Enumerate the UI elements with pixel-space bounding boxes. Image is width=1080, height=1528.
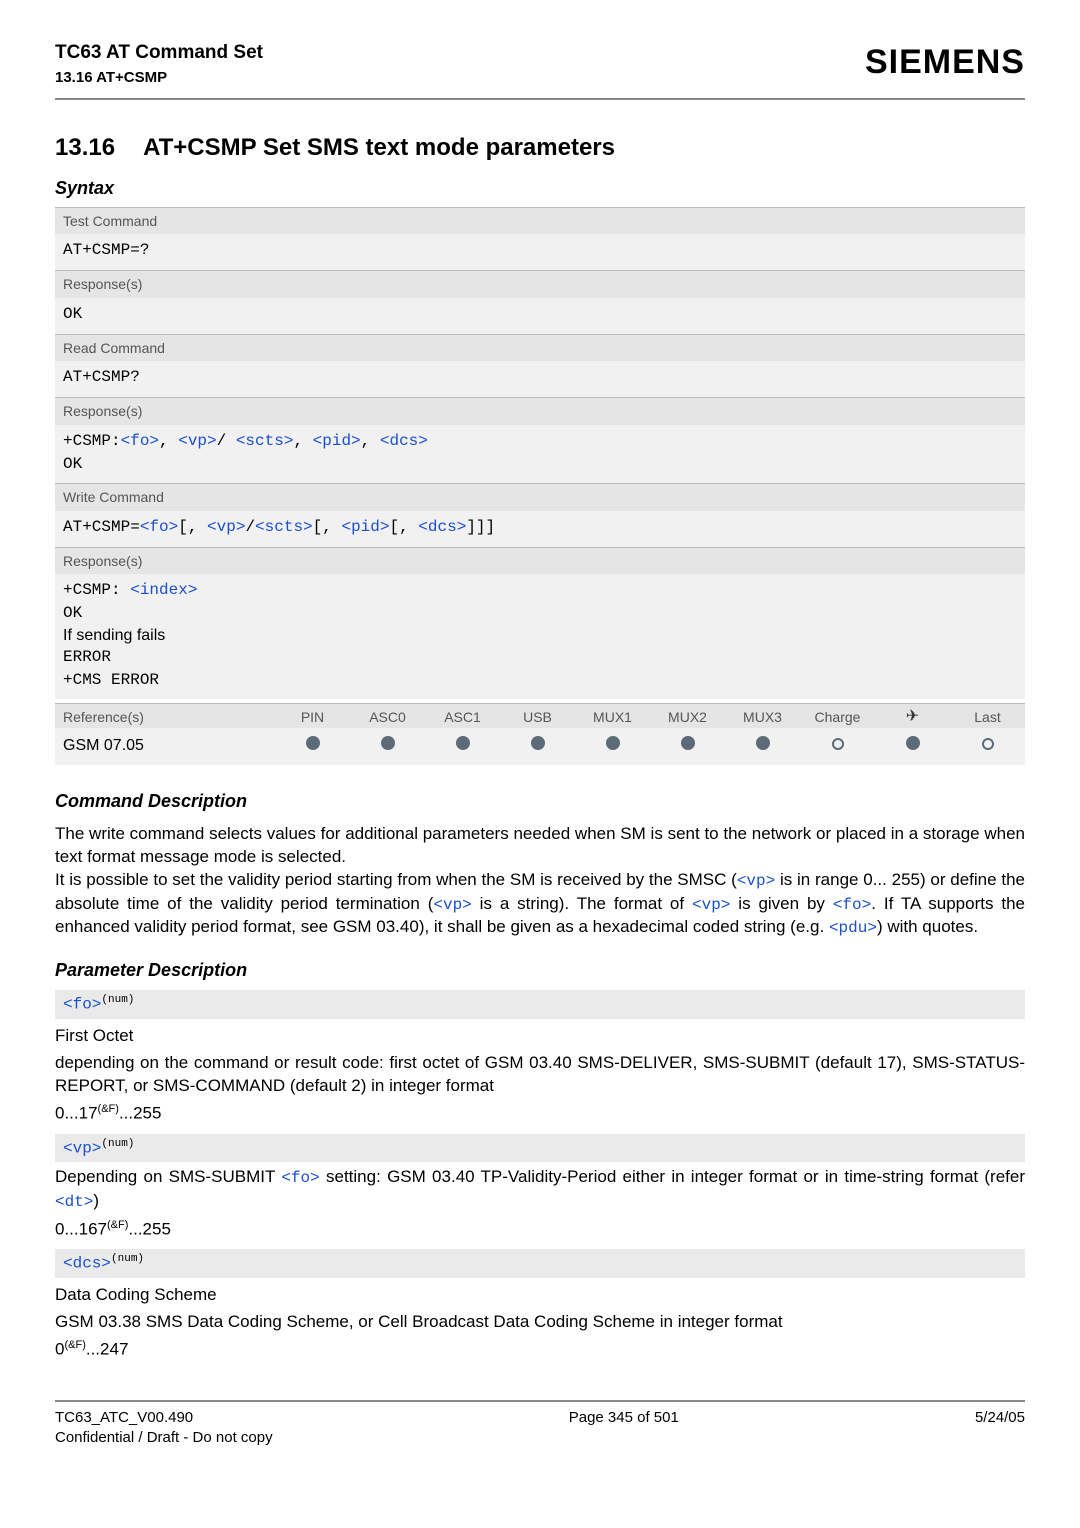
footer-left: TC63_ATC_V00.490 Confidential / Draft - … xyxy=(55,1408,273,1449)
syntax-row-label: Response(s) xyxy=(55,547,1025,574)
param-title: Data Coding Scheme xyxy=(55,1284,1025,1307)
syntax-row-label: Write Command xyxy=(55,484,1025,511)
dot-open-icon xyxy=(832,738,844,750)
support-dot xyxy=(950,734,1025,757)
col-mux2: MUX2 xyxy=(650,708,725,727)
dot-filled-icon xyxy=(606,736,620,750)
col-airplane-icon: ✈ xyxy=(875,706,950,728)
dot-filled-icon xyxy=(681,736,695,750)
reference-name: GSM 07.05 xyxy=(55,735,275,757)
section-number: 13.16 xyxy=(55,132,115,164)
col-asc1: ASC1 xyxy=(425,708,500,727)
page-footer: TC63_ATC_V00.490 Confidential / Draft - … xyxy=(55,1400,1025,1449)
dot-filled-icon xyxy=(381,736,395,750)
syntax-row-label: Read Command xyxy=(55,334,1025,361)
support-dot xyxy=(875,734,950,757)
param-range: 0(&F)...247 xyxy=(55,1338,1025,1362)
syntax-row-label: Response(s) xyxy=(55,398,1025,425)
param-range: 0...17(&F)...255 xyxy=(55,1102,1025,1126)
dot-filled-icon xyxy=(306,736,320,750)
support-dot xyxy=(575,734,650,757)
doc-title: TC63 AT Command Set xyxy=(55,40,263,66)
syntax-row-content: AT+CSMP=<fo>[, <vp>/<scts>[, <pid>[, <dc… xyxy=(55,511,1025,547)
support-dot xyxy=(350,734,425,757)
syntax-row-content: OK xyxy=(55,298,1025,334)
param-body: GSM 03.38 SMS Data Coding Scheme, or Cel… xyxy=(55,1311,1025,1334)
param-body: depending on the command or result code:… xyxy=(55,1052,1025,1098)
syntax-row-content: AT+CSMP? xyxy=(55,361,1025,397)
command-description-heading: Command Description xyxy=(55,789,1025,813)
param-body: Depending on SMS-SUBMIT <fo> setting: GS… xyxy=(55,1166,1025,1213)
syntax-row-label: Test Command xyxy=(55,207,1025,234)
syntax-row-content: +CSMP:<fo>, <vp>/ <scts>, <pid>, <dcs>OK xyxy=(55,425,1025,484)
col-last: Last xyxy=(950,708,1025,727)
reference-value-row: GSM 07.05 xyxy=(55,728,1025,765)
support-dot xyxy=(725,734,800,757)
support-dot xyxy=(650,734,725,757)
footer-center: Page 345 of 501 xyxy=(569,1408,679,1449)
parameter-description-heading: Parameter Description xyxy=(55,958,1025,982)
param-title: First Octet xyxy=(55,1025,1025,1048)
dot-filled-icon xyxy=(906,736,920,750)
param-tag: <dcs>(num) xyxy=(55,1249,1025,1278)
syntax-row-content: AT+CSMP=? xyxy=(55,234,1025,270)
col-mux3: MUX3 xyxy=(725,708,800,727)
footer-right: 5/24/05 xyxy=(975,1408,1025,1449)
dot-filled-icon xyxy=(756,736,770,750)
param-tag: <fo>(num) xyxy=(55,990,1025,1019)
section-heading: 13.16 AT+CSMP Set SMS text mode parameter… xyxy=(55,132,1025,164)
syntax-row-label: Response(s) xyxy=(55,271,1025,298)
brand-logo: SIEMENS xyxy=(865,40,1025,86)
param-range: 0...167(&F)...255 xyxy=(55,1218,1025,1242)
dot-filled-icon xyxy=(456,736,470,750)
col-mux1: MUX1 xyxy=(575,708,650,727)
support-dot xyxy=(800,734,875,757)
syntax-heading: Syntax xyxy=(55,176,1025,200)
reference-header-row: Reference(s) PIN ASC0 ASC1 USB MUX1 MUX2… xyxy=(55,703,1025,728)
references-label: Reference(s) xyxy=(55,708,275,727)
syntax-row-content: +CSMP: <index>OKIf sending failsERROR+CM… xyxy=(55,574,1025,699)
syntax-table: Test CommandAT+CSMP=?Response(s)OKRead C… xyxy=(55,207,1025,700)
footer-left-line1: TC63_ATC_V00.490 xyxy=(55,1409,193,1426)
footer-left-line2: Confidential / Draft - Do not copy xyxy=(55,1429,273,1446)
command-description-text: The write command selects values for add… xyxy=(55,823,1025,940)
doc-subtitle: 13.16 AT+CSMP xyxy=(55,68,263,88)
support-dot xyxy=(500,734,575,757)
page-header: TC63 AT Command Set 13.16 AT+CSMP SIEMEN… xyxy=(55,40,1025,100)
col-charge: Charge xyxy=(800,708,875,727)
header-left: TC63 AT Command Set 13.16 AT+CSMP xyxy=(55,40,263,88)
col-asc0: ASC0 xyxy=(350,708,425,727)
col-usb: USB xyxy=(500,708,575,727)
dot-open-icon xyxy=(982,738,994,750)
param-tag: <vp>(num) xyxy=(55,1134,1025,1163)
support-dot xyxy=(425,734,500,757)
dot-filled-icon xyxy=(531,736,545,750)
section-title: AT+CSMP Set SMS text mode parameters xyxy=(143,134,615,161)
support-dot xyxy=(275,734,350,757)
col-pin: PIN xyxy=(275,708,350,727)
